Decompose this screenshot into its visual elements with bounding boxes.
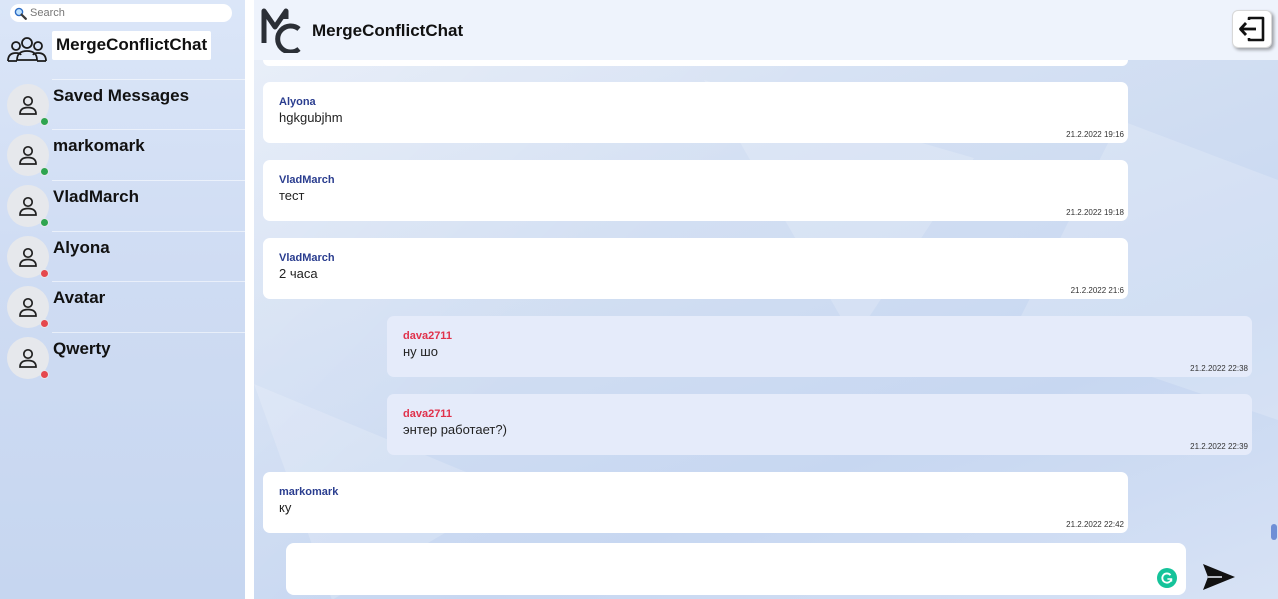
message-text: энтер работает?) bbox=[403, 422, 507, 437]
chat-item-vladmarch[interactable]: VladMarch bbox=[0, 180, 245, 231]
message-timestamp: 21.2.2022 21:6 bbox=[1070, 286, 1124, 295]
own-message-bubble: dava2711 энтер работает?) 21.2.2022 22:3… bbox=[387, 394, 1252, 455]
user-icon bbox=[19, 247, 37, 267]
sidebar: MergeConflictChat Saved Messages markoma… bbox=[0, 0, 245, 599]
message-timestamp: 21.2.2022 22:38 bbox=[1190, 364, 1248, 373]
chat-avatar bbox=[7, 185, 49, 228]
chat-name: Saved Messages bbox=[53, 85, 190, 105]
online-status-dot bbox=[40, 167, 49, 177]
message-timestamp: 21.2.2022 19:16 bbox=[1066, 130, 1124, 139]
user-icon bbox=[19, 95, 37, 115]
chat-item-mergeconflictchat[interactable]: MergeConflictChat bbox=[0, 28, 245, 79]
logout-icon bbox=[1239, 16, 1265, 42]
search-icon bbox=[14, 7, 27, 20]
message-bubble: VladMarch 2 часа 21.2.2022 21:6 bbox=[263, 238, 1128, 299]
search-box[interactable] bbox=[10, 4, 232, 22]
chat-title: MergeConflictChat bbox=[312, 21, 464, 40]
group-icon bbox=[7, 37, 47, 62]
message-bubble: VladMarch тест 21.2.2022 19:18 bbox=[263, 160, 1128, 221]
chat-avatar bbox=[7, 83, 49, 126]
chat-avatar bbox=[7, 235, 49, 278]
message-author[interactable]: dava2711 bbox=[403, 408, 1236, 420]
online-status-dot bbox=[40, 116, 49, 126]
chat-avatar bbox=[7, 134, 49, 177]
offline-status-dot bbox=[40, 319, 49, 329]
message-bubble: markomark ку 21.2.2022 22:42 bbox=[263, 472, 1128, 533]
message-author[interactable]: Alyona bbox=[279, 96, 1112, 108]
chat-name: Qwerty bbox=[53, 339, 111, 359]
chat-name: Avatar bbox=[53, 288, 106, 308]
chat-header: MergeConflictChat bbox=[254, 0, 1278, 60]
message-text: тест bbox=[279, 188, 305, 203]
scrollbar-thumb[interactable] bbox=[1271, 524, 1277, 540]
message-bubble: Alyona hgkgubjhm 21.2.2022 19:16 bbox=[263, 82, 1128, 143]
grammarly-glyph bbox=[1161, 572, 1173, 584]
chat-item-markomark[interactable]: markomark bbox=[0, 129, 245, 180]
chat-item-saved-messages[interactable]: Saved Messages bbox=[0, 78, 245, 130]
chat-name: MergeConflictChat bbox=[52, 31, 212, 60]
grammarly-icon[interactable] bbox=[1157, 568, 1177, 588]
message-timestamp: 21.2.2022 22:39 bbox=[1190, 442, 1248, 451]
user-icon bbox=[19, 298, 37, 318]
message-timestamp: 21.2.2022 22:42 bbox=[1066, 520, 1124, 529]
user-icon bbox=[19, 146, 37, 166]
chat-name: Alyona bbox=[53, 237, 110, 257]
message-text: ку bbox=[279, 500, 292, 515]
message-author[interactable]: markomark bbox=[279, 486, 1112, 498]
chat-item-avatar[interactable]: Avatar bbox=[0, 281, 245, 332]
message-text: ну шо bbox=[403, 344, 438, 359]
chat-avatar bbox=[6, 30, 48, 72]
message-text: 2 часа bbox=[279, 266, 318, 281]
chat-panel: MergeConflictChat Alyona hgkgubjhm 21.2.… bbox=[254, 0, 1278, 599]
message-scrollbar[interactable] bbox=[1270, 60, 1278, 540]
chat-name: VladMarch bbox=[53, 187, 139, 207]
logout-button[interactable] bbox=[1232, 10, 1272, 48]
chat-item-alyona[interactable]: Alyona bbox=[0, 230, 245, 282]
send-button[interactable] bbox=[1201, 561, 1237, 593]
chat-avatar bbox=[7, 286, 49, 329]
offline-status-dot bbox=[40, 268, 49, 278]
message-author[interactable]: VladMarch bbox=[279, 252, 1112, 264]
mc-logo bbox=[261, 8, 301, 53]
message-author[interactable]: dava2711 bbox=[403, 330, 1236, 342]
chat-list: MergeConflictChat Saved Messages markoma… bbox=[0, 28, 245, 383]
message-timestamp: 21.2.2022 19:18 bbox=[1066, 208, 1124, 217]
user-icon bbox=[19, 197, 37, 216]
offline-status-dot bbox=[40, 370, 49, 380]
user-icon bbox=[19, 349, 37, 368]
chat-name: markomark bbox=[53, 136, 145, 156]
message-list: Alyona hgkgubjhm 21.2.2022 19:16 VladMar… bbox=[254, 60, 1278, 540]
send-icon bbox=[1203, 564, 1235, 590]
search-input[interactable] bbox=[30, 7, 225, 19]
chat-item-qwerty[interactable]: Qwerty bbox=[0, 332, 245, 383]
message-text: hgkgubjhm bbox=[279, 110, 343, 125]
message-composer bbox=[286, 543, 1186, 595]
sidebar-divider bbox=[245, 0, 254, 599]
message-bubble-partial bbox=[263, 60, 1128, 66]
message-input[interactable] bbox=[286, 543, 1146, 595]
online-status-dot bbox=[40, 218, 49, 228]
message-author[interactable]: VladMarch bbox=[279, 174, 1112, 186]
own-message-bubble: dava2711 ну шо 21.2.2022 22:38 bbox=[387, 316, 1252, 377]
chat-avatar bbox=[7, 337, 49, 380]
